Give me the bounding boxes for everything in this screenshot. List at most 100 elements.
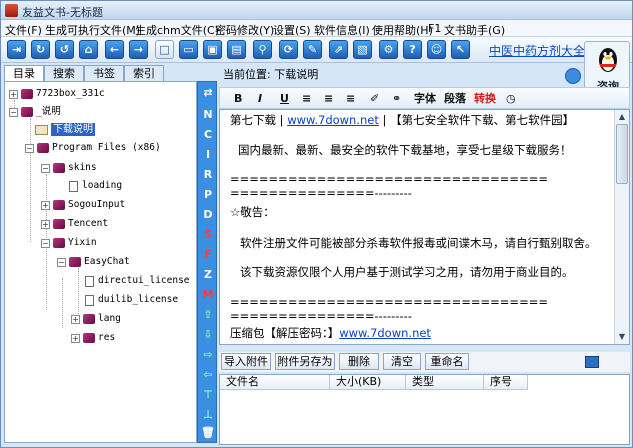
collapse-toggle-icon[interactable]: − bbox=[41, 163, 50, 173]
import-attachment-button[interactable]: 导入附件 bbox=[221, 353, 271, 370]
underline-button[interactable]: U bbox=[280, 91, 289, 106]
scroll-up-icon[interactable]: ▲ bbox=[617, 112, 627, 121]
tree-node[interactable]: + SogouInput bbox=[41, 197, 125, 213]
convert-button[interactable]: 转换 bbox=[474, 91, 496, 106]
menu-assistant[interactable]: 文书助手(G) bbox=[444, 22, 505, 38]
menu-build-exe[interactable]: 生成可执行文件(M) bbox=[45, 22, 140, 38]
scroll-thumb[interactable] bbox=[616, 124, 628, 184]
menu-help[interactable]: 使用帮助(H) bbox=[372, 22, 433, 38]
expand-toggle-icon[interactable]: + bbox=[71, 314, 80, 324]
tab-index[interactable]: 索引 bbox=[124, 65, 164, 81]
rename-attachment-button[interactable]: 重命名 bbox=[425, 353, 469, 370]
save-attachment-button[interactable]: 附件另存为 bbox=[275, 353, 335, 370]
print-icon[interactable]: ▤ bbox=[227, 40, 246, 59]
align-center-icon[interactable]: ≡ bbox=[324, 91, 333, 106]
menu-file[interactable]: 文件(F) bbox=[5, 22, 42, 38]
side-tool-p[interactable]: P bbox=[198, 188, 218, 201]
move-right-icon[interactable]: ⇨ bbox=[198, 348, 218, 361]
tools-icon[interactable]: ⚙ bbox=[379, 40, 398, 59]
move-top-icon[interactable]: ⊤ bbox=[198, 388, 218, 401]
tree-node[interactable]: + res bbox=[71, 330, 115, 346]
login-icon[interactable]: ⇥ bbox=[7, 40, 26, 59]
tree-node[interactable]: +7723box_331c bbox=[9, 86, 105, 102]
side-tool-m[interactable]: M bbox=[198, 288, 218, 301]
tree-node-selected[interactable]: 下载说明 bbox=[35, 122, 95, 138]
column-size[interactable]: 大小(KB) bbox=[330, 375, 406, 390]
align-right-icon[interactable]: ≡ bbox=[346, 91, 355, 106]
password-link[interactable]: www.7down.net bbox=[339, 326, 431, 340]
collapse-toggle-icon[interactable]: − bbox=[9, 107, 18, 117]
promo-link[interactable]: 中医中药方剂大全 bbox=[489, 42, 585, 59]
fold-icon[interactable]: ⇄ bbox=[198, 86, 218, 99]
forward-icon[interactable]: → bbox=[129, 40, 148, 59]
list-view-icon[interactable] bbox=[585, 356, 599, 368]
home-icon[interactable]: ⌂ bbox=[79, 40, 98, 59]
document-editor[interactable]: 第七下载 | www.7down.net | 【第七安全软件下载、第七软件园】 … bbox=[219, 109, 630, 345]
site-link[interactable]: www.7down.net bbox=[287, 113, 379, 127]
save-icon[interactable]: ▣ bbox=[203, 40, 222, 59]
qq-consult-button[interactable]: 咨询 bbox=[584, 41, 630, 93]
side-tool-i[interactable]: I bbox=[198, 148, 218, 161]
move-up-icon[interactable]: ⇧ bbox=[198, 308, 218, 321]
side-tool-z[interactable]: Z bbox=[198, 268, 218, 281]
tree-node[interactable]: + Tencent bbox=[41, 216, 108, 232]
brush-icon[interactable]: ✐ bbox=[370, 91, 379, 106]
paragraph-button[interactable]: 段落 bbox=[444, 91, 466, 106]
replace-icon[interactable]: ⟳ bbox=[279, 40, 298, 59]
reload-icon[interactable]: ↺ bbox=[55, 40, 74, 59]
column-type[interactable]: 类型 bbox=[406, 375, 484, 390]
tree-node[interactable]: loading bbox=[69, 178, 122, 194]
expand-toggle-icon[interactable]: + bbox=[71, 333, 80, 343]
pointer-icon[interactable]: ↖ bbox=[451, 40, 470, 59]
link-icon[interactable]: ⚭ bbox=[392, 91, 401, 106]
side-tool-r[interactable]: R bbox=[198, 168, 218, 181]
refresh-icon[interactable]: ↻ bbox=[31, 40, 50, 59]
menu-build-chm[interactable]: 生成chm文件(C) bbox=[135, 22, 219, 38]
collapse-toggle-icon[interactable]: − bbox=[57, 257, 66, 267]
menu-password[interactable]: 密码修改(Y) bbox=[215, 22, 274, 38]
open-icon[interactable]: ▭ bbox=[179, 40, 198, 59]
smile-icon[interactable]: ☺ bbox=[427, 40, 446, 59]
italic-button[interactable]: I bbox=[258, 91, 262, 106]
tree-node[interactable]: − _说明 bbox=[9, 104, 61, 120]
tree-node[interactable]: directui_license bbox=[85, 273, 190, 289]
tree-node[interactable]: + lang bbox=[71, 311, 121, 327]
tree-node[interactable]: − Program Files (x86) bbox=[25, 140, 161, 156]
tab-search[interactable]: 搜索 bbox=[44, 65, 84, 81]
side-tool-f[interactable]: F bbox=[198, 248, 218, 261]
menu-settings[interactable]: 设置(S) bbox=[273, 22, 311, 38]
collapse-toggle-icon[interactable]: − bbox=[25, 143, 34, 153]
side-tool-s[interactable]: S bbox=[198, 228, 218, 241]
scroll-down-icon[interactable]: ▼ bbox=[617, 332, 627, 341]
clock-icon[interactable]: ◷ bbox=[506, 91, 516, 106]
image-icon[interactable]: ▧ bbox=[353, 40, 372, 59]
menu-f1[interactable]: F1 bbox=[428, 22, 441, 35]
align-left-icon[interactable]: ≡ bbox=[302, 91, 311, 106]
help-icon[interactable]: ? bbox=[403, 40, 422, 59]
editor-scrollbar[interactable]: ▲ ▼ bbox=[614, 110, 629, 344]
menu-software-info[interactable]: 软件信息(I) bbox=[314, 22, 370, 38]
collapse-toggle-icon[interactable]: − bbox=[41, 238, 50, 248]
move-bottom-icon[interactable]: ⊥ bbox=[198, 408, 218, 421]
move-down-icon[interactable]: ⇩ bbox=[198, 328, 218, 341]
tree-node[interactable]: − Yixin bbox=[41, 235, 97, 251]
delete-attachment-button[interactable]: 删除 bbox=[339, 353, 379, 370]
tree-node[interactable]: duilib_license bbox=[85, 292, 178, 308]
expand-toggle-icon[interactable]: + bbox=[41, 219, 50, 229]
clear-attachments-button[interactable]: 清空 bbox=[383, 353, 421, 370]
side-tool-n[interactable]: N bbox=[198, 108, 218, 121]
tab-bookmarks[interactable]: 书签 bbox=[84, 65, 124, 81]
column-filename[interactable]: 文件名 bbox=[220, 375, 330, 390]
side-tool-d[interactable]: D bbox=[198, 208, 218, 221]
trash-icon[interactable]: 🗑 bbox=[198, 426, 218, 439]
move-left-icon[interactable]: ⇦ bbox=[198, 368, 218, 381]
zoom-icon[interactable] bbox=[565, 68, 581, 84]
find-icon[interactable]: ⚲ bbox=[253, 40, 272, 59]
expand-toggle-icon[interactable]: + bbox=[41, 200, 50, 210]
column-index[interactable]: 序号 bbox=[484, 375, 528, 390]
expand-toggle-icon[interactable]: + bbox=[9, 89, 18, 99]
font-button[interactable]: 字体 bbox=[414, 91, 436, 106]
new-icon[interactable]: □ bbox=[155, 40, 174, 59]
tree-node[interactable]: − EasyChat bbox=[57, 254, 130, 270]
side-tool-c[interactable]: C bbox=[198, 128, 218, 141]
